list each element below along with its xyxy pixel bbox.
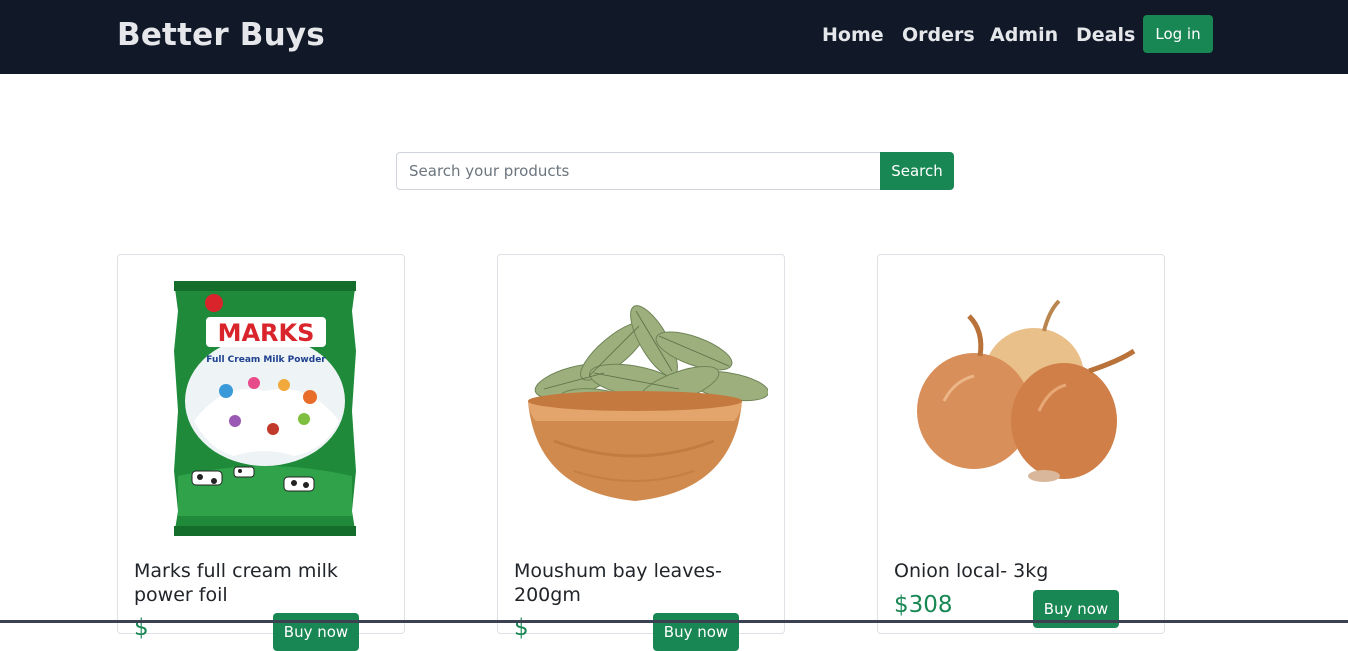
product-card: MARKS Full Cream Milk Powder Marks full … xyxy=(117,254,405,651)
product-title[interactable]: Moushum bay leaves- 200gm xyxy=(514,559,744,607)
svg-text:MARKS: MARKS xyxy=(218,319,315,347)
nav-orders[interactable]: Orders xyxy=(902,22,975,48)
product-price: $ xyxy=(134,615,149,641)
product-card: Moushum bay leaves- 200gm $ Buy now xyxy=(497,254,785,651)
product-image-onions xyxy=(917,299,1136,482)
product-image-bay-leaves xyxy=(528,305,768,501)
buy-now-button[interactable]: Buy now xyxy=(273,613,359,651)
top-navbar: Better Buys Home Orders Admin Deals Log … xyxy=(0,0,1348,74)
product-card: Onion local- 3kg $308 Buy now xyxy=(877,254,1165,634)
search-input[interactable] xyxy=(396,152,881,190)
brand-logo[interactable]: Better Buys xyxy=(117,14,325,56)
product-price: $ xyxy=(514,615,529,641)
nav-home[interactable]: Home xyxy=(822,22,884,48)
product-title[interactable]: Marks full cream milk power foil xyxy=(134,559,364,607)
product-price: $308 xyxy=(894,592,953,618)
svg-text:Full Cream Milk Powder: Full Cream Milk Powder xyxy=(206,355,326,365)
product-title[interactable]: Onion local- 3kg xyxy=(894,559,1124,583)
product-image-milk-powder: MARKS Full Cream Milk Powder xyxy=(174,281,356,536)
nav-deals[interactable]: Deals xyxy=(1076,22,1135,48)
login-button[interactable]: Log in xyxy=(1143,15,1213,53)
buy-now-button[interactable]: Buy now xyxy=(653,613,739,651)
nav-admin[interactable]: Admin xyxy=(990,22,1058,48)
search-button[interactable]: Search xyxy=(880,152,954,190)
